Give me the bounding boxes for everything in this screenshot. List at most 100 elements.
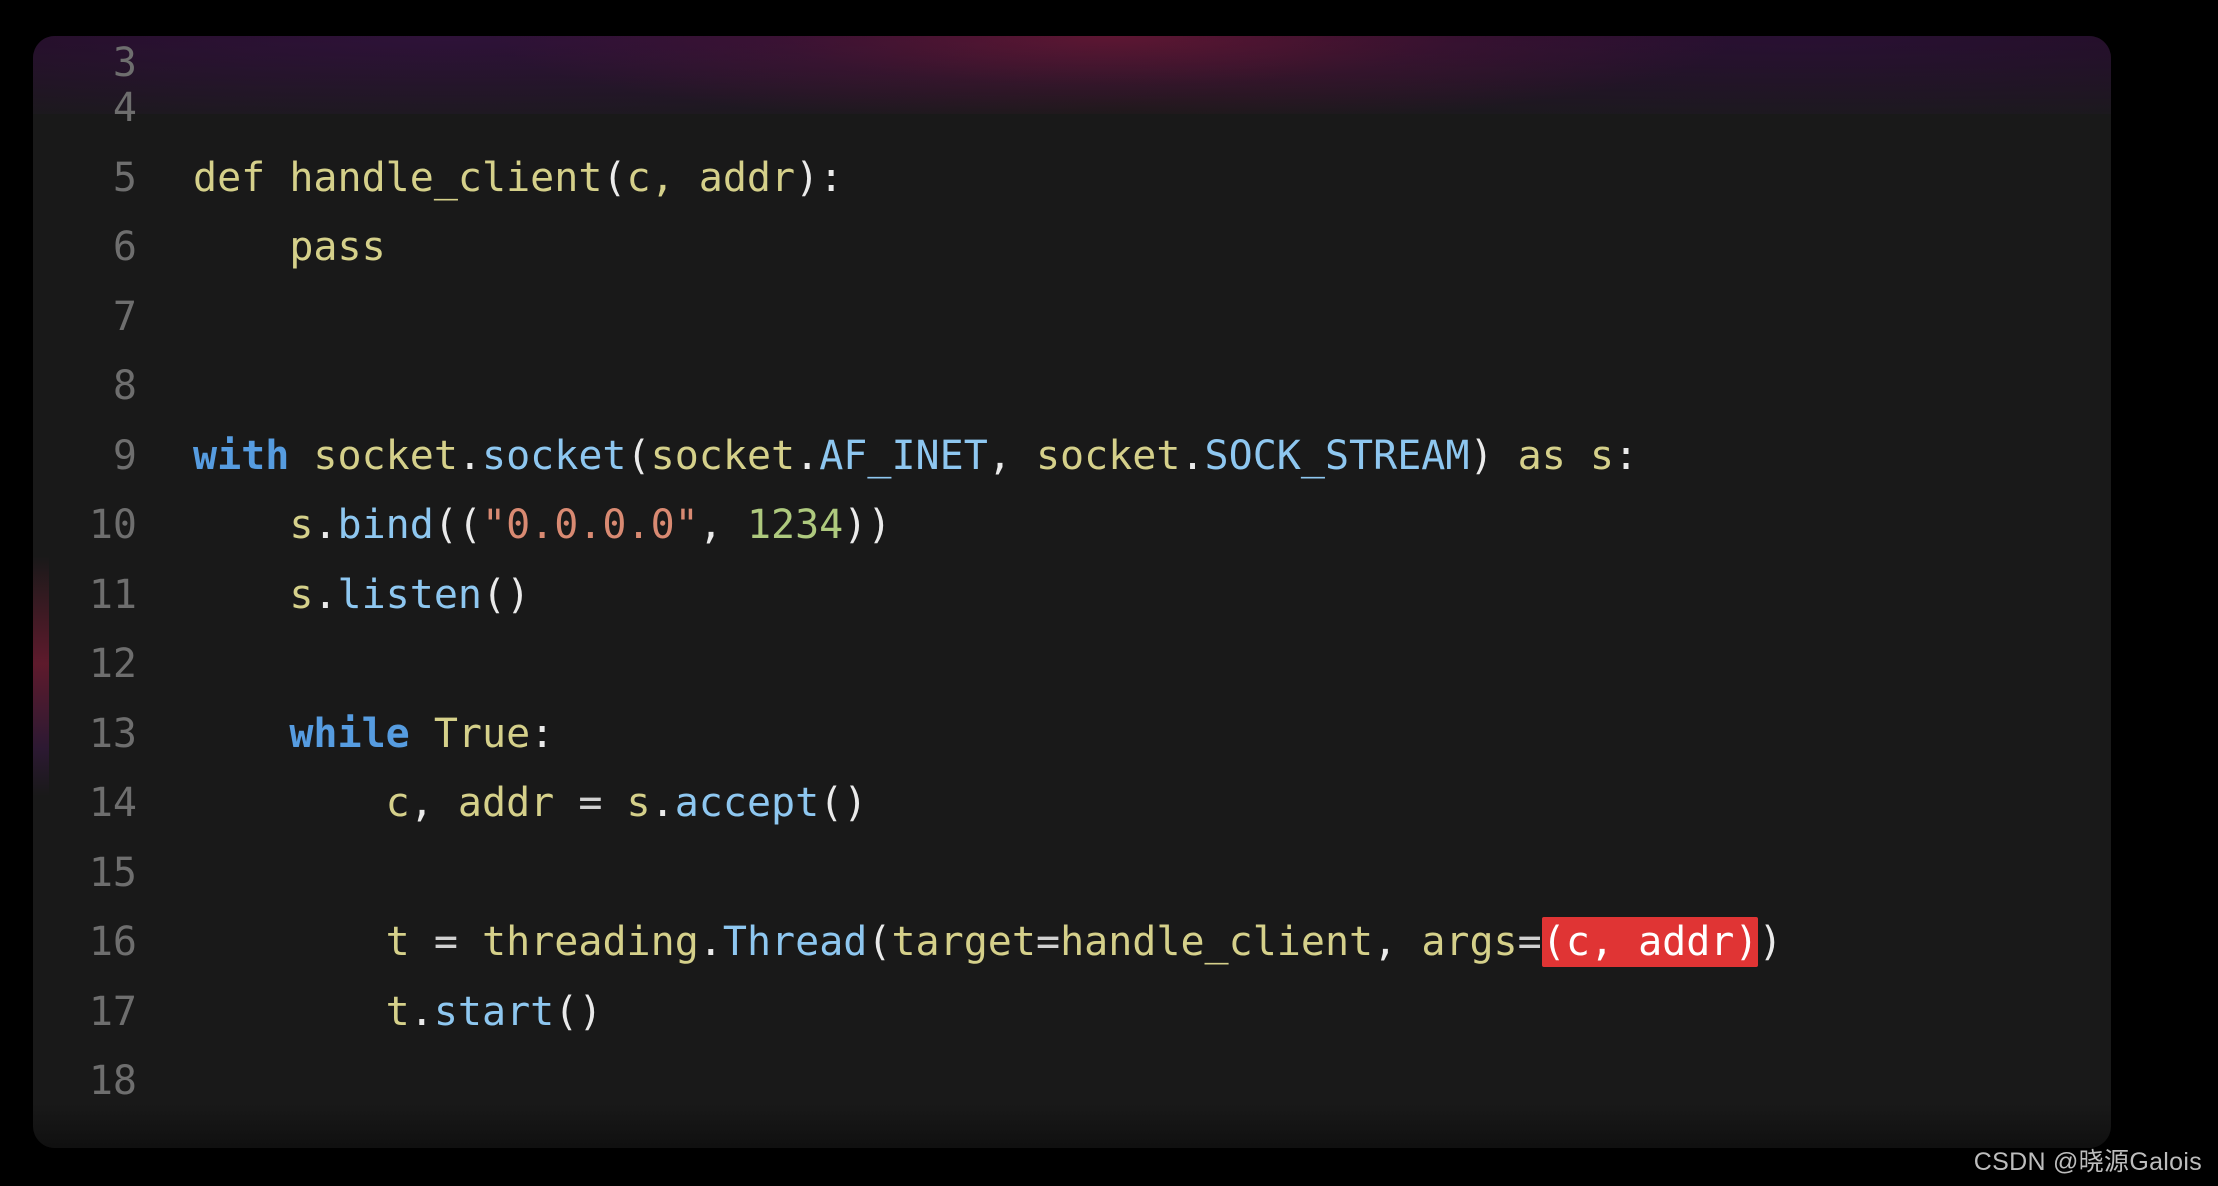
code-token: Thread	[722, 919, 868, 965]
code-token: socket	[313, 432, 458, 479]
code-token: :	[1614, 432, 1639, 479]
code-token: 1234	[746, 502, 844, 548]
code-line-source: with socket.socket(socket.AF_INET, socke…	[165, 422, 2111, 492]
code-line[interactable]: 8	[33, 352, 2111, 422]
code-token: (	[626, 432, 651, 479]
code-token: )	[1758, 919, 1783, 965]
code-line[interactable]: 13 while True:	[33, 700, 2111, 770]
code-scroll-area[interactable]: 3 4 5 def handle_client(c, addr): 6 pass 7 8 9 w…	[33, 36, 2111, 1148]
code-token: socket	[650, 432, 796, 479]
code-line-source: c, addr = s.accept()	[165, 769, 2111, 839]
code-token: .	[409, 988, 434, 1035]
code-token: s	[626, 780, 651, 826]
code-token: )	[1469, 432, 1494, 479]
code-token: ()	[554, 988, 603, 1035]
code-token: addr	[457, 780, 555, 826]
line-number: 5	[112, 154, 137, 201]
code-token: start	[433, 988, 555, 1035]
code-token: =	[578, 780, 603, 826]
code-token: ((	[433, 502, 483, 548]
line-number: 15	[88, 849, 137, 896]
line-number: 3	[112, 40, 137, 86]
code-token: bind	[337, 502, 434, 548]
code-token: ):	[795, 154, 844, 201]
code-line[interactable]: 14 c, addr = s.accept()	[33, 769, 2111, 839]
code-token: ,	[1373, 919, 1422, 965]
code-line-source: s.listen()	[165, 561, 2111, 631]
code-token: .	[313, 502, 338, 548]
code-token: =	[433, 919, 458, 965]
line-number: 12	[88, 641, 137, 687]
code-line[interactable]: 4	[33, 74, 2111, 144]
code-token: (	[602, 154, 627, 201]
code-token: =	[1517, 919, 1542, 965]
code-editor-panel[interactable]: 3 4 5 def handle_client(c, addr): 6 pass 7 8 9 w…	[33, 36, 2111, 1148]
code-token: s	[193, 571, 314, 618]
code-line[interactable]: 15	[33, 839, 2111, 909]
code-token: c	[193, 780, 410, 826]
code-token: handle_client	[1060, 919, 1374, 965]
code-line-source: def handle_client(c, addr):	[165, 144, 2111, 214]
line-number: 9	[112, 432, 137, 479]
code-line[interactable]: 16 t = threading.Thread(target=handle_cl…	[33, 908, 2111, 978]
code-token: as	[1517, 432, 1566, 479]
code-line-source: t.start()	[165, 978, 2111, 1048]
line-number: 8	[112, 363, 137, 409]
code-line-source: while True:	[165, 700, 2111, 770]
code-line[interactable]: 3	[33, 36, 2111, 86]
line-number: 4	[112, 85, 137, 131]
code-line[interactable]: 10 s.bind(("0.0.0.0", 1234))	[33, 491, 2111, 561]
code-token: ,	[987, 432, 1036, 479]
code-token: .	[650, 780, 675, 826]
code-token: listen	[337, 571, 483, 618]
code-line-source: t = threading.Thread(target=handle_clien…	[165, 908, 2111, 978]
code-token: =	[1035, 919, 1061, 965]
code-token: threading	[482, 919, 699, 965]
code-token: args	[1421, 919, 1518, 965]
code-token: .	[457, 432, 483, 479]
code-line-source: pass	[165, 213, 2111, 283]
code-line[interactable]: 11 s.listen()	[33, 561, 2111, 631]
code-line[interactable]: 6 pass	[33, 213, 2111, 283]
highlighted-token: (c, addr)	[1541, 917, 1759, 967]
line-number: 14	[88, 780, 137, 826]
csdn-watermark: CSDN @晓源Galois	[1973, 1148, 2202, 1176]
code-token: socket	[482, 432, 627, 479]
code-token: .	[1180, 432, 1205, 479]
code-token: .	[698, 919, 723, 965]
code-line[interactable]: 5 def handle_client(c, addr):	[33, 144, 2111, 214]
line-number: 16	[88, 919, 137, 965]
code-token: c, addr	[626, 154, 796, 201]
line-number: 10	[88, 502, 137, 548]
code-token: t	[193, 988, 410, 1035]
code-token: .	[795, 432, 820, 479]
code-token: "0.0.0.0"	[482, 502, 699, 548]
code-line[interactable]: 9 with socket.socket(socket.AF_INET, sock…	[33, 422, 2111, 492]
line-number: 13	[88, 710, 137, 757]
code-line[interactable]: 12	[33, 630, 2111, 700]
code-token: s	[193, 502, 314, 548]
code-line[interactable]: 18	[33, 1047, 2111, 1117]
code-token: accept	[674, 780, 820, 826]
line-number: 11	[88, 571, 137, 618]
code-line[interactable]: 7	[33, 283, 2111, 353]
screenshot-root: 3 4 5 def handle_client(c, addr): 6 pass 7 8 9 w…	[0, 0, 2218, 1186]
line-number: 17	[88, 988, 137, 1035]
code-token: ,	[409, 780, 458, 826]
code-token: (	[867, 919, 892, 965]
code-line[interactable]: 17 t.start()	[33, 978, 2111, 1048]
code-token: t	[193, 919, 410, 965]
line-number: 18	[88, 1058, 137, 1104]
code-token: True	[433, 710, 531, 757]
line-number: 6	[112, 224, 137, 270]
code-token: pass	[193, 224, 386, 270]
code-token: SOCK_STREAM	[1204, 432, 1470, 479]
line-number: 7	[112, 293, 137, 340]
code-token: socket	[1035, 432, 1181, 479]
